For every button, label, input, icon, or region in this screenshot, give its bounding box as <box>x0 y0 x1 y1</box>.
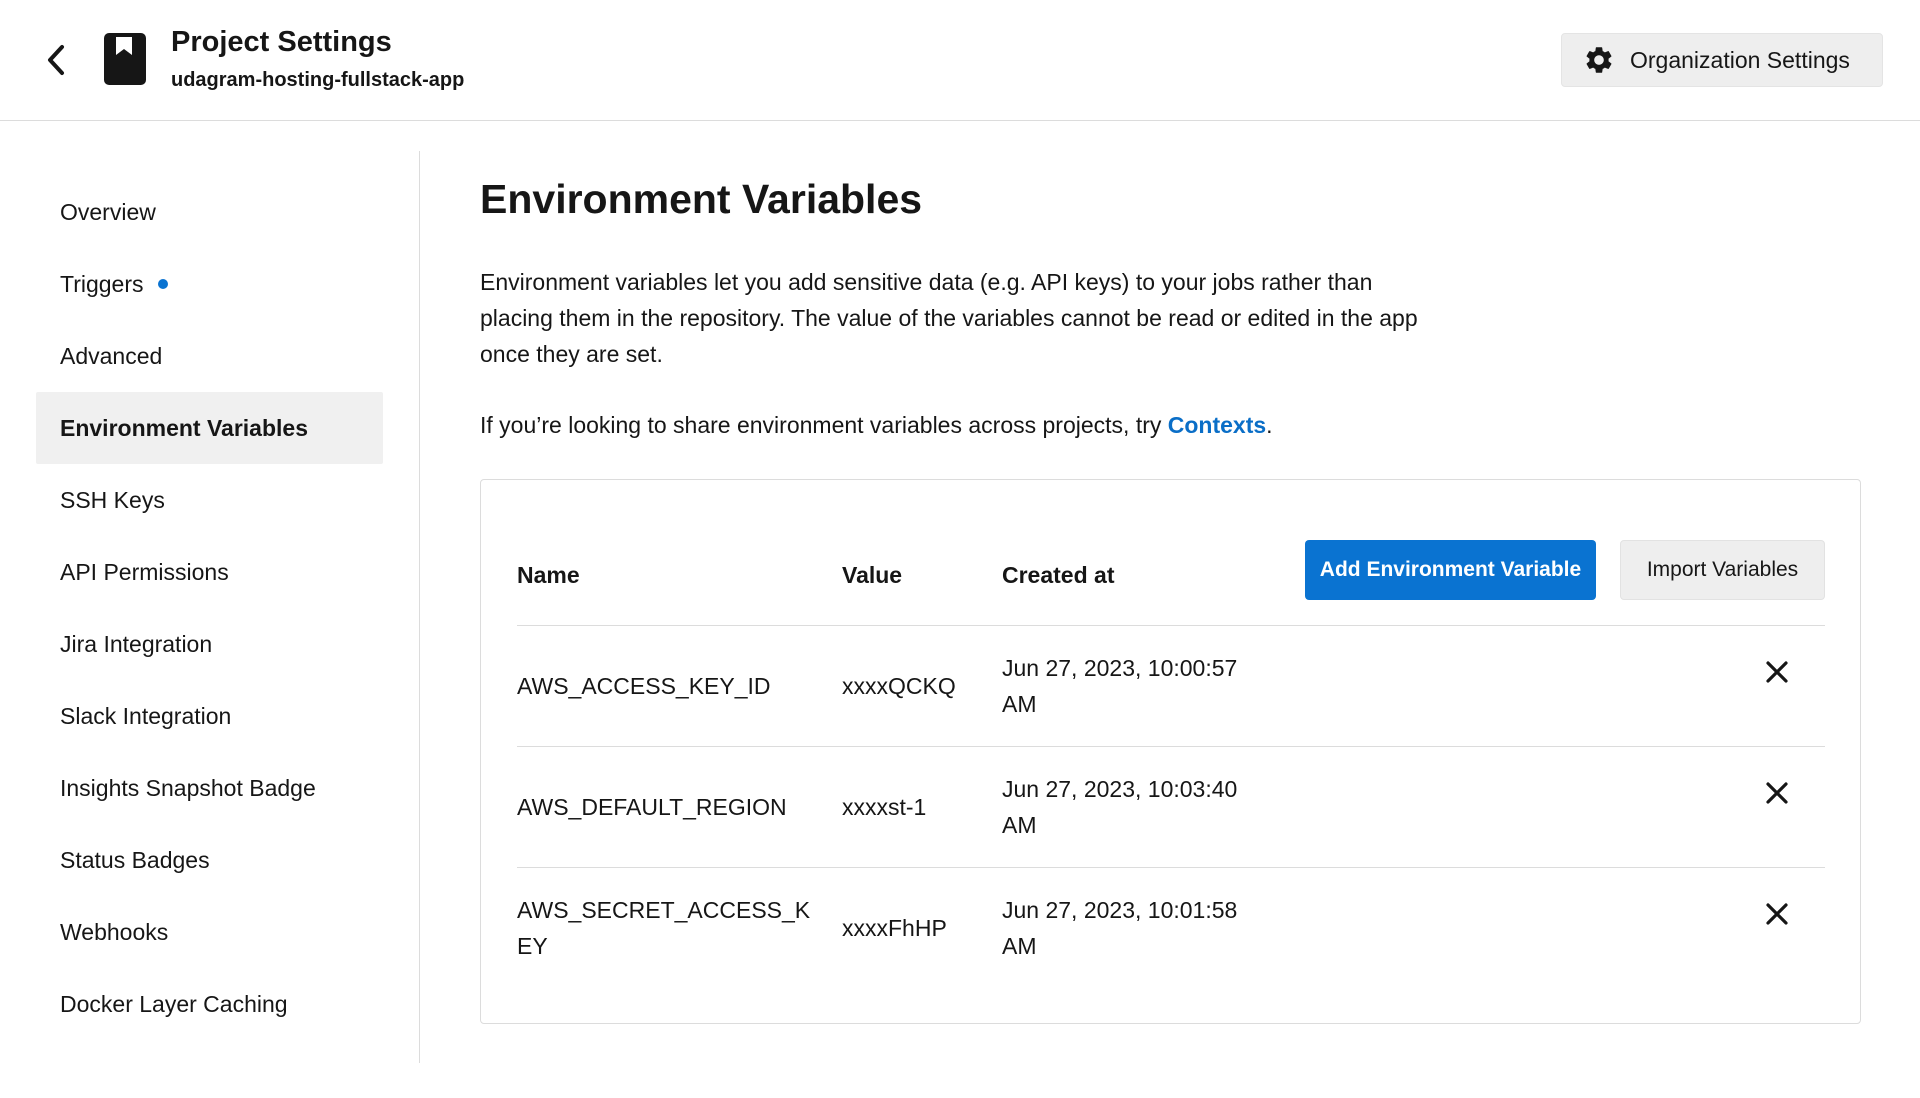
organization-settings-button[interactable]: Organization Settings <box>1561 33 1883 87</box>
close-icon <box>1766 903 1788 925</box>
sidebar-item-overview[interactable]: Overview <box>36 176 383 248</box>
close-icon <box>1766 661 1788 683</box>
contexts-hint: If you’re looking to share environment v… <box>480 407 1273 443</box>
delete-variable-button[interactable] <box>1759 896 1795 932</box>
import-variables-button[interactable]: Import Variables <box>1620 540 1825 600</box>
delete-variable-button[interactable] <box>1759 775 1795 811</box>
sidebar-item-label: Slack Integration <box>60 702 232 729</box>
column-header-value: Value <box>842 561 903 588</box>
sidebar-item-triggers[interactable]: Triggers <box>36 248 383 320</box>
sidebar-item-label: SSH Keys <box>60 486 165 513</box>
sidebar-item-jira-integration[interactable]: Jira Integration <box>36 608 383 680</box>
variable-name: AWS_SECRET_ACCESS_KEY <box>517 897 811 959</box>
sidebar-item-label: Docker Layer Caching <box>60 990 288 1017</box>
sidebar-item-label: Triggers <box>60 270 144 297</box>
sidebar-item-label: Jira Integration <box>60 630 213 657</box>
variable-value: xxxxFhHP <box>842 915 947 941</box>
column-header-created-at: Created at <box>1002 561 1115 588</box>
variable-name: AWS_ACCESS_KEY_ID <box>517 673 771 699</box>
delete-variable-button[interactable] <box>1759 654 1795 690</box>
project-book-icon <box>104 33 146 85</box>
page-title: Project Settings <box>171 26 392 58</box>
sidebar-item-webhooks[interactable]: Webhooks <box>36 896 383 968</box>
contexts-hint-text: If you’re looking to share environment v… <box>480 412 1168 438</box>
table-row: AWS_DEFAULT_REGION xxxxst-1 Jun 27, 2023… <box>517 746 1825 867</box>
column-header-name: Name <box>517 561 580 588</box>
sidebar-item-label: Overview <box>60 198 156 225</box>
add-environment-variable-button[interactable]: Add Environment Variable <box>1305 540 1596 600</box>
section-title: Environment Variables <box>480 176 923 222</box>
sidebar-item-label: Webhooks <box>60 918 169 945</box>
sidebar-item-slack-integration[interactable]: Slack Integration <box>36 680 383 752</box>
chevron-left-icon <box>48 45 64 75</box>
contexts-hint-suffix: . <box>1266 412 1273 438</box>
sidebar-item-status-badges[interactable]: Status Badges <box>36 824 383 896</box>
table-row: AWS_ACCESS_KEY_ID xxxxQCKQ Jun 27, 2023,… <box>517 625 1825 746</box>
sidebar-item-label: Environment Variables <box>60 414 308 441</box>
sidebar-item-api-permissions[interactable]: API Permissions <box>36 536 383 608</box>
sidebar-item-advanced[interactable]: Advanced <box>36 320 383 392</box>
sidebar-item-docker-layer-caching[interactable]: Docker Layer Caching <box>36 968 383 1040</box>
notification-dot <box>157 279 168 289</box>
table-row: AWS_SECRET_ACCESS_KEY xxxxFhHP Jun 27, 2… <box>517 867 1825 988</box>
sidebar-item-label: API Permissions <box>60 558 229 585</box>
variable-name: AWS_DEFAULT_REGION <box>517 794 787 820</box>
gear-icon <box>1582 43 1616 77</box>
env-vars-card: Name Value Created at Add Environment Va… <box>480 479 1861 1024</box>
project-name: udagram-hosting-fullstack-app <box>171 69 465 91</box>
contexts-link[interactable]: Contexts <box>1168 412 1266 438</box>
settings-sidebar: Overview Triggers Advanced Environment V… <box>0 151 420 1063</box>
section-description: Environment variables let you add sensit… <box>480 269 1418 367</box>
sidebar-item-ssh-keys[interactable]: SSH Keys <box>36 464 383 536</box>
close-icon <box>1766 782 1788 804</box>
variable-created-at: Jun 27, 2023, 10:01:58 AM <box>1002 897 1238 959</box>
variable-created-at: Jun 27, 2023, 10:00:57 AM <box>1002 655 1238 717</box>
organization-settings-label: Organization Settings <box>1630 46 1850 73</box>
sidebar-item-environment-variables[interactable]: Environment Variables <box>36 392 383 464</box>
sidebar-item-label: Status Badges <box>60 846 210 873</box>
variable-value: xxxxQCKQ <box>842 673 956 699</box>
variable-created-at: Jun 27, 2023, 10:03:40 AM <box>1002 776 1238 838</box>
top-header: Project Settings udagram-hosting-fullsta… <box>0 0 1920 121</box>
sidebar-item-label: Insights Snapshot Badge <box>60 774 316 801</box>
sidebar-item-label: Advanced <box>60 342 163 369</box>
variable-value: xxxxst-1 <box>842 794 927 820</box>
sidebar-item-insights-snapshot-badge[interactable]: Insights Snapshot Badge <box>36 752 383 824</box>
back-button[interactable] <box>40 42 72 78</box>
